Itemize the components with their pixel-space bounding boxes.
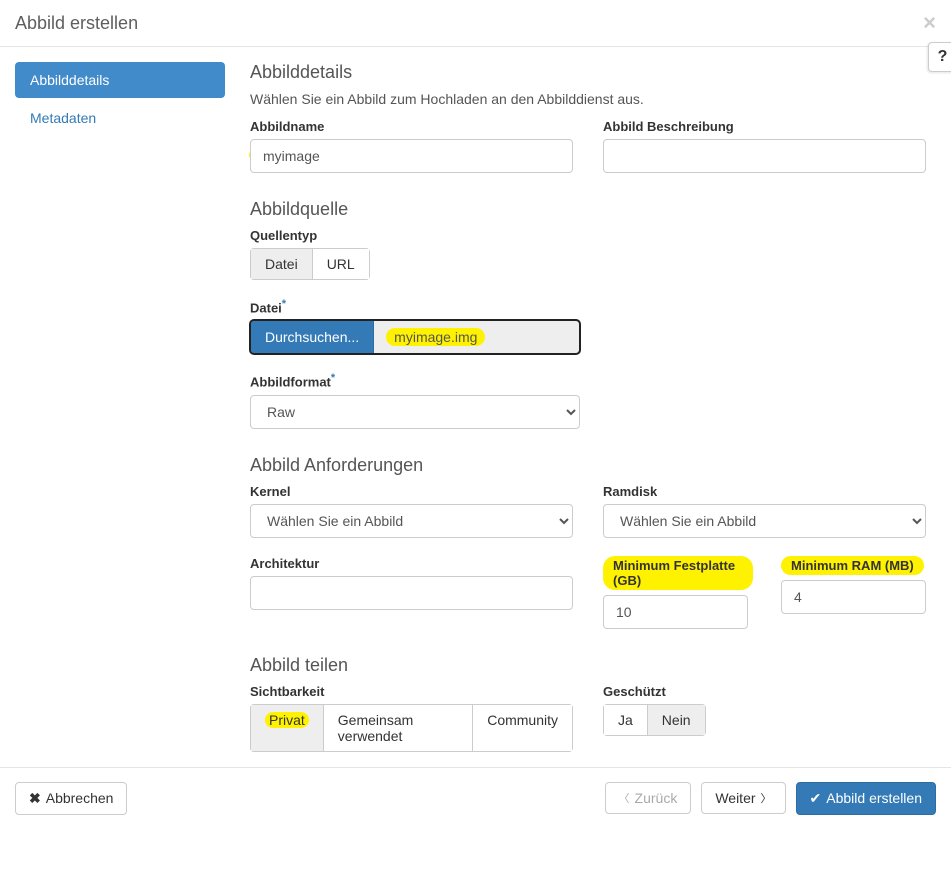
modal-body: ? Abbilddetails Metadaten Abbilddetails … bbox=[0, 47, 951, 767]
help-icon[interactable]: ? bbox=[928, 42, 951, 72]
label-min-ram: Minimum RAM (MB) bbox=[781, 556, 931, 575]
label-file: Datei* bbox=[250, 298, 926, 315]
file-picker[interactable]: Durchsuchen... myimage.img bbox=[250, 320, 580, 354]
modal-footer: ✖ Abbrechen 〈 Zurück Weiter 〉 ✔ Abbild e… bbox=[0, 767, 951, 829]
file-name-display: myimage.img bbox=[374, 321, 579, 353]
protected-yes[interactable]: Ja bbox=[603, 704, 648, 736]
main-panel: Abbilddetails Wählen Sie ein Abbild zum … bbox=[250, 62, 936, 752]
min-disk-input[interactable] bbox=[603, 595, 748, 629]
section-requirements-title: Abbild Anforderungen bbox=[250, 455, 926, 476]
label-kernel: Kernel bbox=[250, 484, 573, 499]
next-button[interactable]: Weiter 〉 bbox=[701, 782, 785, 814]
label-image-desc: Abbild Beschreibung bbox=[603, 119, 926, 134]
cancel-button[interactable]: ✖ Abbrechen bbox=[15, 782, 127, 815]
source-type-file[interactable]: Datei bbox=[250, 248, 313, 280]
label-image-name: Abbildname bbox=[250, 119, 573, 134]
image-name-input[interactable] bbox=[250, 139, 573, 173]
chevron-left-icon: 〈 bbox=[619, 790, 630, 806]
section-sharing-title: Abbild teilen bbox=[250, 655, 926, 676]
ramdisk-select[interactable]: Wählen Sie ein Abbild bbox=[603, 504, 926, 538]
modal-header: Abbild erstellen × bbox=[0, 0, 951, 47]
visibility-community[interactable]: Community bbox=[473, 704, 573, 752]
chevron-right-icon: 〉 bbox=[761, 790, 772, 806]
source-type-toggle: Datei URL bbox=[250, 248, 370, 280]
protected-no[interactable]: Nein bbox=[648, 704, 706, 736]
label-min-disk: Minimum Festplatte (GB) bbox=[603, 556, 753, 590]
sidebar-item-details[interactable]: Abbilddetails bbox=[15, 62, 225, 98]
protected-toggle: Ja Nein bbox=[603, 704, 706, 736]
section-details-desc: Wählen Sie ein Abbild zum Hochladen an d… bbox=[250, 91, 926, 107]
check-icon: ✔ bbox=[810, 790, 822, 807]
submit-button[interactable]: ✔ Abbild erstellen bbox=[796, 782, 936, 815]
visibility-shared[interactable]: Gemeinsam verwendet bbox=[324, 704, 473, 752]
source-type-url[interactable]: URL bbox=[313, 248, 370, 280]
label-visibility: Sichtbarkeit bbox=[250, 684, 573, 699]
section-source-title: Abbildquelle bbox=[250, 199, 926, 220]
format-select[interactable]: Raw bbox=[250, 395, 580, 429]
image-desc-input[interactable] bbox=[603, 139, 926, 173]
close-icon: ✖ bbox=[29, 790, 41, 807]
label-architecture: Architektur bbox=[250, 556, 573, 571]
browse-button[interactable]: Durchsuchen... bbox=[251, 321, 374, 353]
sidebar: Abbilddetails Metadaten bbox=[15, 62, 225, 752]
visibility-private[interactable]: Privat bbox=[250, 704, 324, 752]
architecture-input[interactable] bbox=[250, 576, 573, 610]
label-protected: Geschützt bbox=[603, 684, 926, 699]
modal-title: Abbild erstellen bbox=[15, 13, 138, 34]
close-icon[interactable]: × bbox=[923, 12, 936, 34]
label-source-type: Quellentyp bbox=[250, 228, 926, 243]
min-ram-input[interactable] bbox=[781, 580, 926, 614]
sidebar-item-metadata[interactable]: Metadaten bbox=[15, 100, 225, 136]
visibility-toggle: Privat Gemeinsam verwendet Community bbox=[250, 704, 573, 752]
back-button[interactable]: 〈 Zurück bbox=[605, 782, 692, 814]
label-format: Abbildformat* bbox=[250, 372, 926, 389]
label-ramdisk: Ramdisk bbox=[603, 484, 926, 499]
kernel-select[interactable]: Wählen Sie ein Abbild bbox=[250, 504, 573, 538]
section-details-title: Abbilddetails bbox=[250, 62, 926, 83]
